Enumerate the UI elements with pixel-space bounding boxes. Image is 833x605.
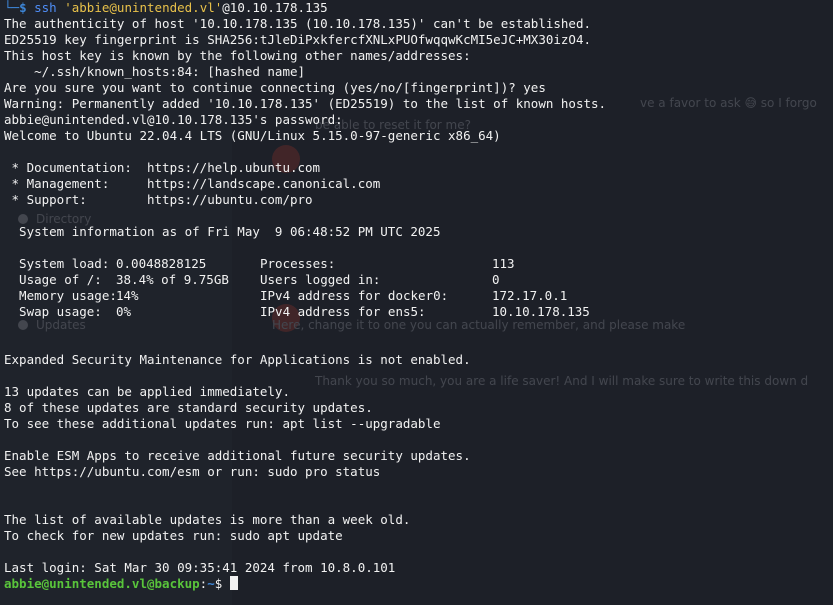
terminal-line: * Management: https://landscape.canonica… <box>4 176 381 191</box>
prompt-corner: └─ <box>4 0 20 15</box>
final-prompt-line[interactable]: abbie@unintended.vl@backup:~$ <box>4 576 833 592</box>
prompt-dollar: $ <box>214 576 223 591</box>
terminal-line: Warning: Permanently added '10.10.178.13… <box>4 96 607 111</box>
system-info-row: Memory usage:14% IPv4 address for docker0… <box>4 288 833 304</box>
terminal-cursor[interactable] <box>229 576 238 590</box>
system-info-key: System load: <box>4 256 110 271</box>
system-info-key: Memory usage: <box>4 288 117 303</box>
system-info-value: 0.0048828125 <box>116 256 207 271</box>
terminal-line: ~/.ssh/known_hosts:84: [hashed name] <box>4 64 306 79</box>
terminal-line: To see these additional updates run: apt… <box>4 416 441 431</box>
system-info-key: IPv4 address for docker0: <box>260 288 449 303</box>
prompt-path: ~ <box>207 576 215 591</box>
system-info-key: IPv4 address for ens5: <box>260 304 426 319</box>
command-target: @10.10.178.135 <box>222 0 328 15</box>
terminal-line: abbie@unintended.vl@10.10.178.135's pass… <box>4 112 343 127</box>
terminal-line: The list of available updates is more th… <box>4 512 411 527</box>
system-info-value: 10.10.178.135 <box>492 304 590 319</box>
output-lines-after: Expanded Security Maintenance for Applic… <box>4 320 833 576</box>
terminal-line: * Documentation: https://help.ubuntu.com <box>4 160 321 175</box>
terminal-line: Are you sure you want to continue connec… <box>4 80 546 95</box>
prompt-symbol: $ <box>19 0 27 15</box>
first-command-line: └─$ ssh 'abbie@unintended.vl'@10.10.178.… <box>4 0 833 16</box>
command-name: ssh <box>34 0 57 15</box>
system-info-row: Swap usage: 0% IPv4 address for ens5: 10.10… <box>4 304 833 320</box>
system-info-key: Usage of /: <box>4 272 102 287</box>
screen: Directory Updates ve a favor to ask 😅 so… <box>0 0 833 605</box>
terminal-output[interactable]: └─$ ssh 'abbie@unintended.vl'@10.10.178.… <box>0 0 833 605</box>
system-info-value: 38.4% of 9.75GB <box>116 272 229 287</box>
command-quoted-arg: 'abbie@unintended.vl' <box>64 0 223 15</box>
terminal-line: This host key is known by the following … <box>4 48 471 63</box>
system-info-row: System load: 0.0048828125 Processes: 113 <box>4 256 833 272</box>
system-info-row: Usage of /: 38.4% of 9.75GB Users logged i… <box>4 272 833 288</box>
terminal-line: To check for new updates run: sudo apt u… <box>4 528 343 543</box>
terminal-line: The authenticity of host '10.10.178.135 … <box>4 16 591 31</box>
system-info-value: 0 <box>492 272 500 287</box>
terminal-line: Enable ESM Apps to receive additional fu… <box>4 448 471 463</box>
system-info-value: 172.17.0.1 <box>492 288 568 303</box>
system-info-value: 14% <box>116 288 139 303</box>
terminal-line: ED25519 key fingerprint is SHA256:tJleDi… <box>4 32 591 47</box>
system-info-key: Processes: <box>260 256 336 271</box>
terminal-line: * Support: https://ubuntu.com/pro <box>4 192 313 207</box>
system-info-key: Users logged in: <box>260 272 381 287</box>
terminal-line: System information as of Fri May 9 06:48… <box>4 224 441 239</box>
terminal-line: See https://ubuntu.com/esm or run: sudo … <box>4 464 381 479</box>
terminal-line: 13 updates can be applied immediately. <box>4 384 290 399</box>
terminal-line: Expanded Security Maintenance for Applic… <box>4 352 471 367</box>
system-info-value: 0% <box>116 304 132 319</box>
prompt-user-host: abbie@unintended.vl@backup <box>4 576 200 591</box>
terminal-line: Last login: Sat Mar 30 09:35:41 2024 fro… <box>4 560 396 575</box>
output-lines: The authenticity of host '10.10.178.135 … <box>4 16 833 256</box>
system-info-key: Swap usage: <box>4 304 102 319</box>
terminal-line: 8 of these updates are standard security… <box>4 400 373 415</box>
system-info-table: System load: 0.0048828125 Processes: 113 Us… <box>4 256 833 320</box>
terminal-line: Welcome to Ubuntu 22.04.4 LTS (GNU/Linux… <box>4 128 501 143</box>
system-info-value: 113 <box>492 256 515 271</box>
